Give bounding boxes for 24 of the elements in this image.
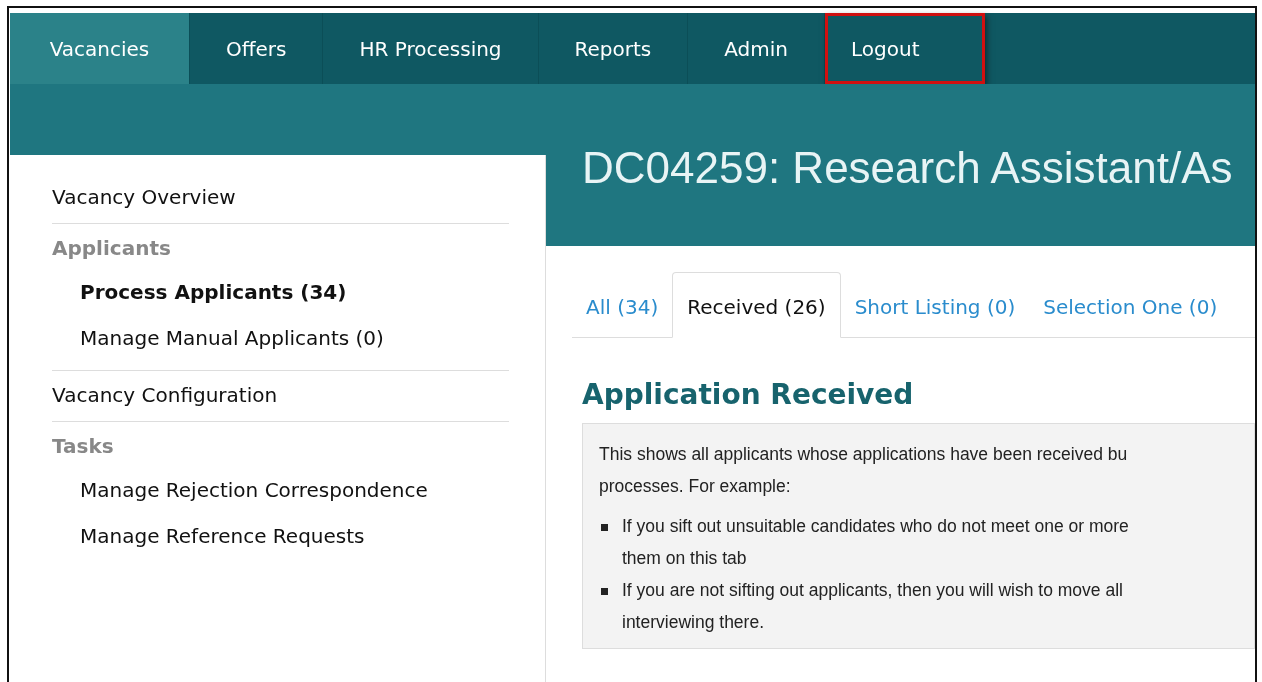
sidebar-link[interactable]: Vacancy Configuration <box>52 383 278 407</box>
bullet-text: them on this tab <box>622 547 747 570</box>
bullet-text: interviewing there. <box>622 611 765 634</box>
sidebar-item[interactable]: Process Applicants (34) <box>80 280 347 304</box>
status-tab[interactable]: Received (26) <box>672 272 841 338</box>
status-tab[interactable]: Selection One (0) <box>1029 295 1232 337</box>
sidebar-item[interactable]: Manage Manual Applicants (0) <box>80 326 384 350</box>
section-heading: Application Received <box>582 378 914 411</box>
status-tab[interactable]: All (34) <box>572 295 673 337</box>
sidebar-heading: Tasks <box>52 434 114 458</box>
nav-tab[interactable]: Vacancies <box>10 13 190 84</box>
sidebar-item[interactable]: Manage Reference Requests <box>80 524 365 548</box>
status-tab[interactable]: Short Listing (0) <box>840 295 1030 337</box>
page-title: DC04259: Research Assistant/As <box>581 143 1233 193</box>
info-text: processes. For example: <box>599 475 791 498</box>
nav-tab[interactable]: Logout <box>825 13 986 84</box>
bullet-icon <box>601 588 608 595</box>
sidebar-link[interactable]: Vacancy Overview <box>52 185 236 209</box>
bullet-text: If you sift out unsuitable candidates who do not meet one or more <box>622 515 1129 538</box>
bullet-text: If you are not sifting out applicants, then you will wish to move all <box>622 579 1123 602</box>
sidebar-heading: Applicants <box>52 236 171 260</box>
sidebar-item[interactable]: Manage Rejection Correspondence <box>80 478 428 502</box>
info-text: This shows all applicants whose applications have been received bu <box>599 443 1128 466</box>
bullet-icon <box>601 524 608 531</box>
